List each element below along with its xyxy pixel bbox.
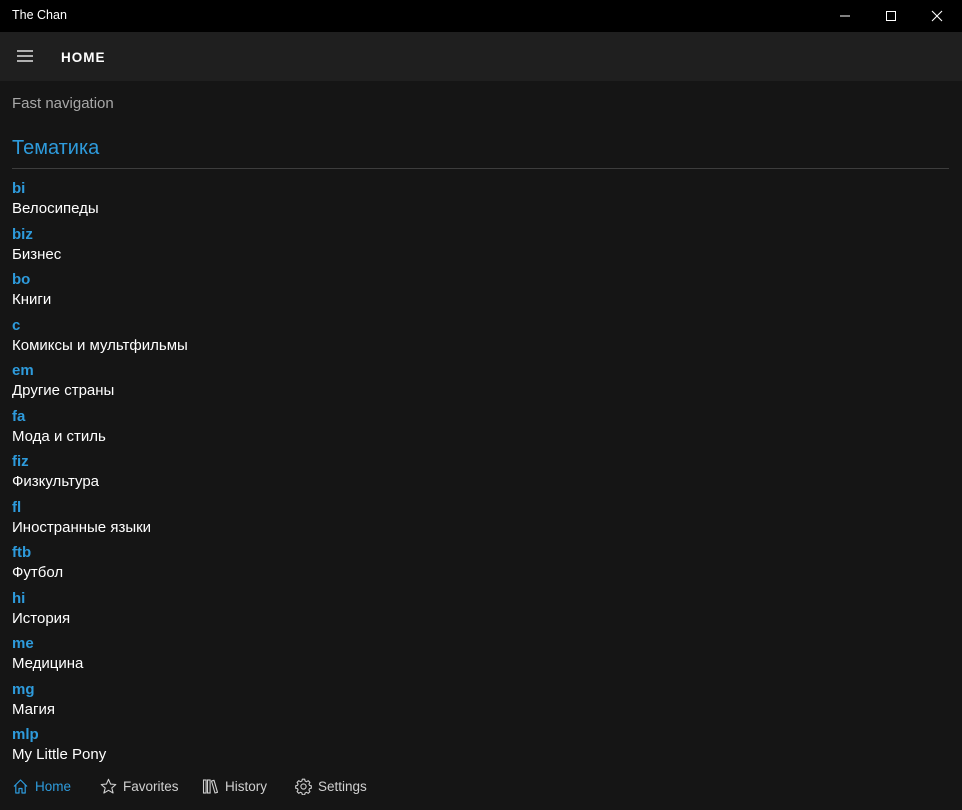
page-title: HOME — [61, 50, 106, 65]
board-name: Футбол — [12, 564, 64, 581]
list-item[interactable]: em Другие страны — [12, 359, 942, 405]
board-code: fl — [12, 498, 22, 516]
board-code: bi — [12, 180, 26, 197]
nav-settings-button[interactable]: Settings — [295, 775, 367, 797]
board-name: Комиксы и мультфильмы — [12, 336, 188, 354]
list-item[interactable]: fiz Физкультура — [12, 450, 942, 496]
board-code: me — [12, 635, 34, 652]
list-item[interactable]: fl Иностранные языки — [12, 496, 942, 542]
board-name: My Little Pony — [12, 746, 107, 763]
board-name: Магия — [12, 700, 55, 718]
list-item[interactable]: bo Книги — [12, 268, 942, 314]
board-name: Велосипеды — [12, 200, 99, 217]
list-item[interactable]: fa Мода и стиль — [12, 405, 942, 451]
board-code: em — [12, 362, 34, 379]
list-item[interactable]: mg Магия — [12, 678, 942, 724]
list-item[interactable]: c Комиксы и мультфильмы — [12, 314, 942, 360]
board-code: bo — [12, 271, 31, 288]
bottom-navigation: Home Favorites History Settings — [0, 769, 962, 810]
section-divider — [12, 168, 949, 169]
board-name: Медицина — [12, 655, 84, 672]
board-code: fa — [12, 407, 26, 425]
star-icon — [100, 778, 117, 794]
nav-favorites-label: Favorites — [123, 778, 179, 794]
app-title: The Chan — [12, 8, 67, 22]
list-item[interactable]: me Медицина — [12, 632, 942, 678]
board-name: Иностранные языки — [12, 518, 152, 536]
board-code: fiz — [12, 453, 29, 470]
home-icon — [13, 778, 28, 794]
board-name: Мода и стиль — [12, 427, 106, 445]
hamburger-icon — [17, 50, 33, 62]
board-code: mlp — [12, 726, 39, 743]
list-item[interactable]: bi Велосипеды — [12, 177, 942, 223]
nav-settings-label: Settings — [318, 778, 367, 794]
menu-button[interactable] — [8, 38, 42, 74]
minimize-button[interactable] — [822, 0, 868, 32]
minimize-icon — [840, 15, 850, 17]
list-item[interactable]: mlp My Little Pony — [12, 723, 942, 769]
board-code: hi — [12, 589, 26, 607]
board-list: bi Велосипеды biz Бизнес bo Книги c Комиксы … — [12, 177, 942, 769]
close-button[interactable] — [914, 0, 960, 32]
list-item[interactable]: ftb Футбол — [12, 541, 942, 587]
board-code: ftb — [12, 544, 32, 561]
board-name: История — [12, 609, 71, 627]
board-name: Другие страны — [12, 382, 115, 399]
board-code: c — [12, 316, 21, 334]
board-name: Физкультура — [12, 473, 100, 490]
title-bar[interactable]: The Chan — [0, 0, 962, 32]
maximize-icon — [886, 11, 896, 21]
fast-navigation-label: Fast navigation — [12, 95, 114, 112]
list-item[interactable]: hi История — [12, 587, 942, 633]
board-code: mg — [12, 680, 35, 698]
app-bar: HOME — [0, 32, 962, 81]
nav-home-button[interactable]: Home — [12, 775, 71, 797]
board-name: Бизнес — [12, 245, 62, 263]
board-list-panel[interactable]: Fast navigation Тематика bi Велосипеды bi… — [0, 81, 962, 769]
library-icon — [202, 778, 219, 794]
nav-favorites-button[interactable]: Favorites — [100, 775, 179, 797]
board-name: Книги — [12, 291, 52, 308]
gear-icon — [295, 778, 312, 795]
section-title: Тематика — [12, 137, 100, 159]
board-code: biz — [12, 225, 33, 243]
nav-home-label: Home — [35, 778, 72, 794]
close-icon — [931, 10, 943, 22]
nav-history-label: History — [225, 778, 268, 794]
maximize-button[interactable] — [868, 0, 914, 32]
nav-history-button[interactable]: History — [202, 775, 267, 797]
list-item[interactable]: biz Бизнес — [12, 223, 942, 269]
